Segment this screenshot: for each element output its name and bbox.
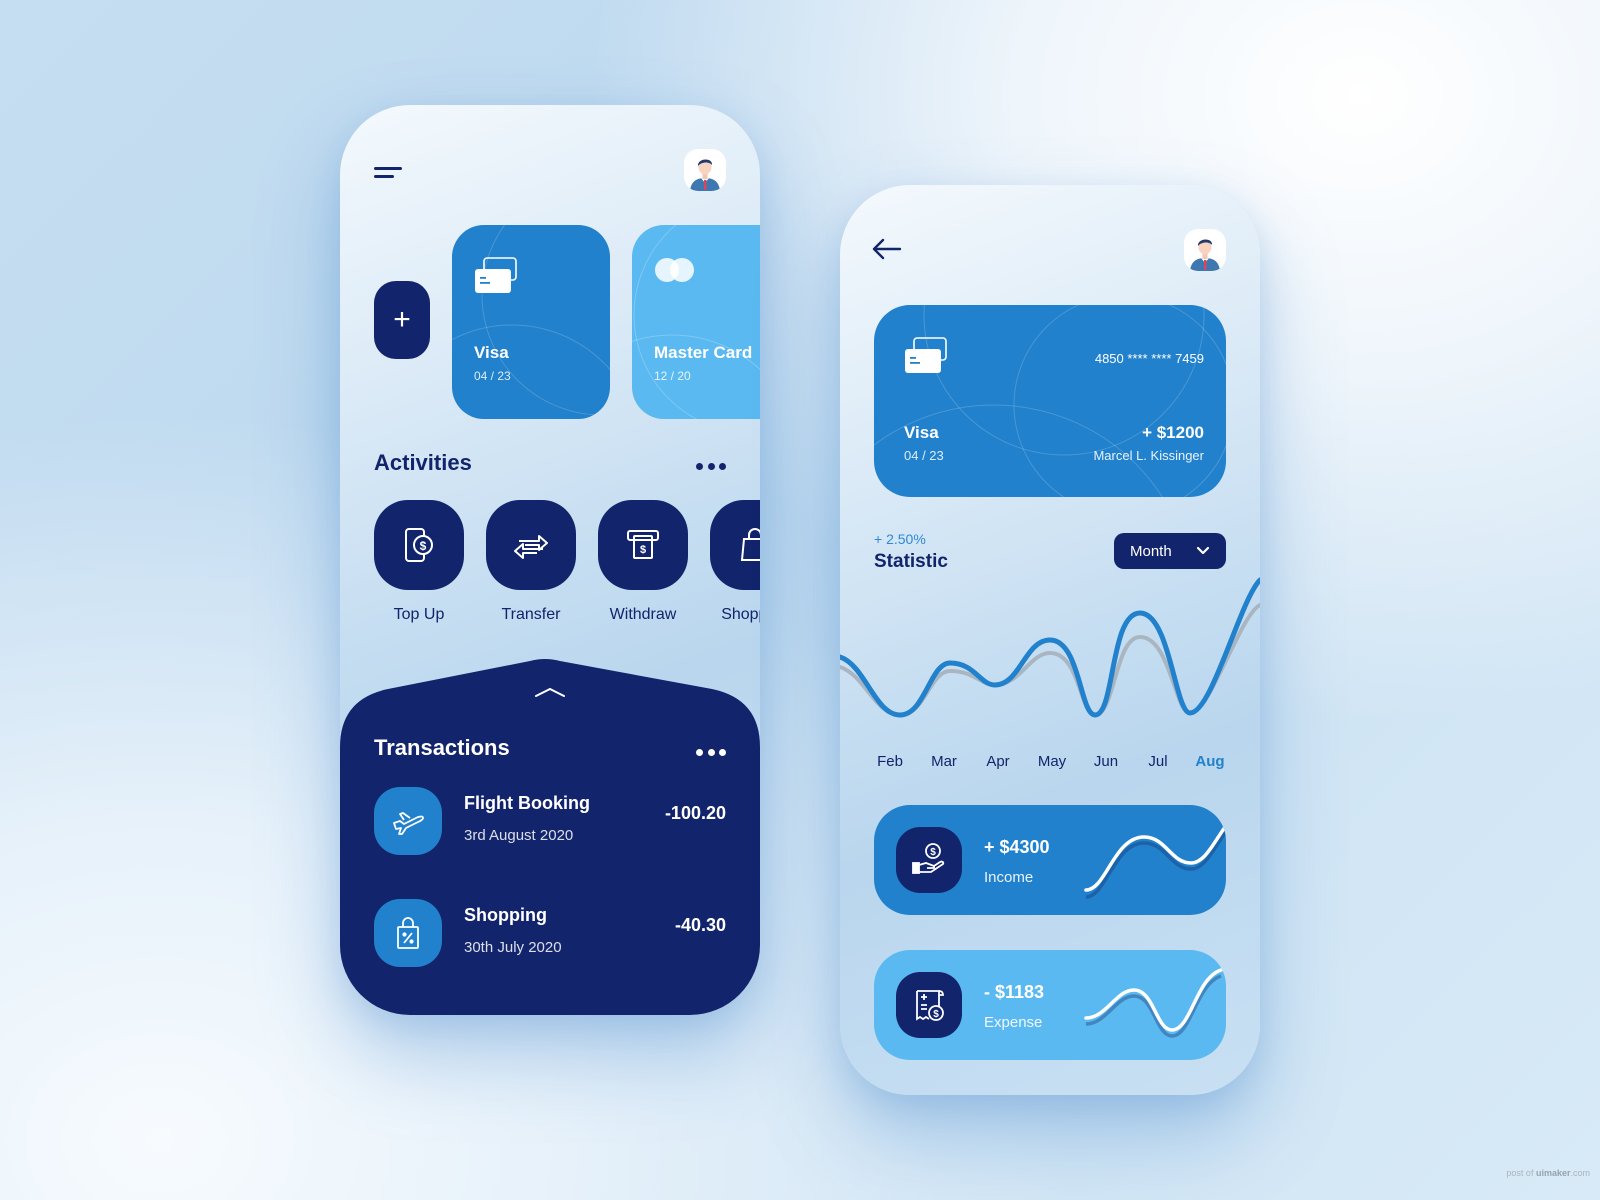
credit-card-icon [475, 257, 517, 293]
activity-label: Top Up [393, 606, 445, 623]
activities-more-icon[interactable] [696, 461, 726, 471]
statistic-change: + 2.50% [874, 531, 926, 547]
x-tick-label: Jun [1093, 753, 1119, 770]
watermark-prefix: post of [1506, 1168, 1536, 1178]
credit-card-icon [905, 337, 947, 373]
card-number: 4850 **** **** 7459 [1094, 351, 1204, 366]
activity-top-up[interactable]: $ Top Up [374, 500, 464, 624]
phone-screen-statistics: 4850 **** **** 7459 Visa 04 / 23 + $1200… [840, 185, 1260, 1095]
expense-label: Expense [984, 1014, 1043, 1031]
card-expiry: 04 / 23 [474, 369, 511, 383]
mastercard-logo-icon [655, 258, 694, 282]
income-sparkline [1084, 822, 1226, 899]
activity-label: Shopping [721, 606, 760, 623]
card-visa[interactable]: Visa 04 / 23 [452, 225, 610, 419]
avatar-person-icon [690, 159, 720, 191]
transactions-panel: Transactions Flight Booking 3rd August 2… [340, 657, 760, 1015]
user-avatar[interactable] [1184, 229, 1226, 271]
activity-transfer[interactable]: Transfer [486, 500, 576, 624]
activity-label: Transfer [501, 606, 561, 623]
chart-line-secondary [840, 603, 1260, 718]
hand-coin-icon: $ [912, 843, 945, 874]
transactions-more-icon[interactable] [696, 747, 726, 757]
activities-title: Activities [374, 450, 472, 475]
period-select-value: Month [1130, 542, 1172, 560]
x-tick-label: Jul [1148, 753, 1168, 770]
chart-x-axis: Feb Mar Apr May Jun Jul Aug [874, 753, 1226, 773]
svg-text:$: $ [930, 847, 936, 858]
expense-card[interactable]: $ - $1183 Expense [874, 950, 1226, 1060]
transaction-date: 3rd August 2020 [464, 827, 574, 844]
transaction-name: Shopping [464, 905, 547, 925]
svg-text:$: $ [640, 544, 646, 556]
x-tick-label: Apr [986, 753, 1010, 770]
avatar-person-icon [1190, 239, 1220, 271]
activity-withdraw[interactable]: $ Withdraw [598, 500, 688, 624]
watermark-brand: uimaker [1535, 1168, 1571, 1178]
income-card[interactable]: $ + $4300 Income [874, 805, 1226, 915]
period-select[interactable]: Month [1114, 533, 1226, 569]
card-name: Visa [904, 423, 939, 442]
transaction-row[interactable]: Shopping 30th July 2020 -40.30 [374, 899, 726, 967]
menu-icon[interactable] [374, 163, 404, 183]
card-expiry: 12 / 20 [654, 369, 691, 383]
add-card-button[interactable]: + [374, 281, 430, 359]
card-expiry: 04 / 23 [904, 448, 944, 463]
phone-screen-home: + Visa 04 / 23 Master Card 12 / 20 Activ… [340, 105, 760, 1015]
card-mastercard[interactable]: Master Card 12 / 20 [632, 225, 760, 419]
expense-amount: - $1183 [984, 982, 1045, 1002]
x-tick-label: May [1037, 753, 1067, 770]
chart-line-primary [840, 577, 1260, 718]
income-label: Income [984, 869, 1034, 886]
transaction-date: 30th July 2020 [464, 939, 562, 956]
svg-text:$: $ [420, 539, 427, 553]
watermark: post of uimaker.com [1506, 1168, 1590, 1178]
transaction-row[interactable]: Flight Booking 3rd August 2020 -100.20 [374, 787, 726, 855]
user-avatar[interactable] [684, 149, 726, 191]
transaction-amount: -40.30 [674, 915, 726, 935]
shopping-bag-percent-icon [397, 917, 419, 949]
activity-label: Withdraw [609, 606, 677, 623]
atm-withdraw-icon: $ [627, 530, 659, 559]
card-name: Master Card [654, 343, 753, 362]
card-visa-detail[interactable]: 4850 **** **** 7459 Visa 04 / 23 + $1200… [874, 305, 1226, 497]
airplane-icon [393, 812, 424, 835]
card-decoration [632, 225, 760, 419]
chevron-down-icon [1196, 546, 1210, 555]
card-balance: + $1200 [1142, 423, 1204, 442]
shopping-bag-icon [740, 528, 760, 561]
transfer-arrows-icon [514, 535, 548, 559]
x-tick-label: Mar [931, 753, 957, 770]
receipt-dollar-icon: $ [916, 990, 944, 1021]
card-decoration [874, 305, 1226, 497]
income-amount: + $4300 [984, 837, 1050, 857]
transactions-title: Transactions [374, 735, 510, 760]
back-arrow-icon[interactable] [870, 237, 904, 261]
card-decoration [452, 225, 610, 416]
x-tick-label-active[interactable]: Aug [1195, 753, 1224, 770]
card-holder-name: Marcel L. Kissinger [1093, 448, 1204, 463]
transaction-name: Flight Booking [464, 793, 590, 813]
svg-text:$: $ [933, 1009, 939, 1020]
expense-sparkline [1084, 968, 1223, 1038]
phone-dollar-icon: $ [405, 528, 433, 562]
transaction-amount: -100.20 [664, 803, 726, 823]
statistic-title: Statistic [874, 551, 948, 572]
chevron-up-icon[interactable] [533, 685, 567, 699]
card-name: Visa [474, 343, 509, 362]
activity-shopping[interactable]: Shopping [710, 500, 760, 624]
x-tick-label: Feb [877, 753, 903, 770]
statistic-chart [840, 577, 1260, 718]
watermark-suffix: .com [1570, 1168, 1590, 1178]
